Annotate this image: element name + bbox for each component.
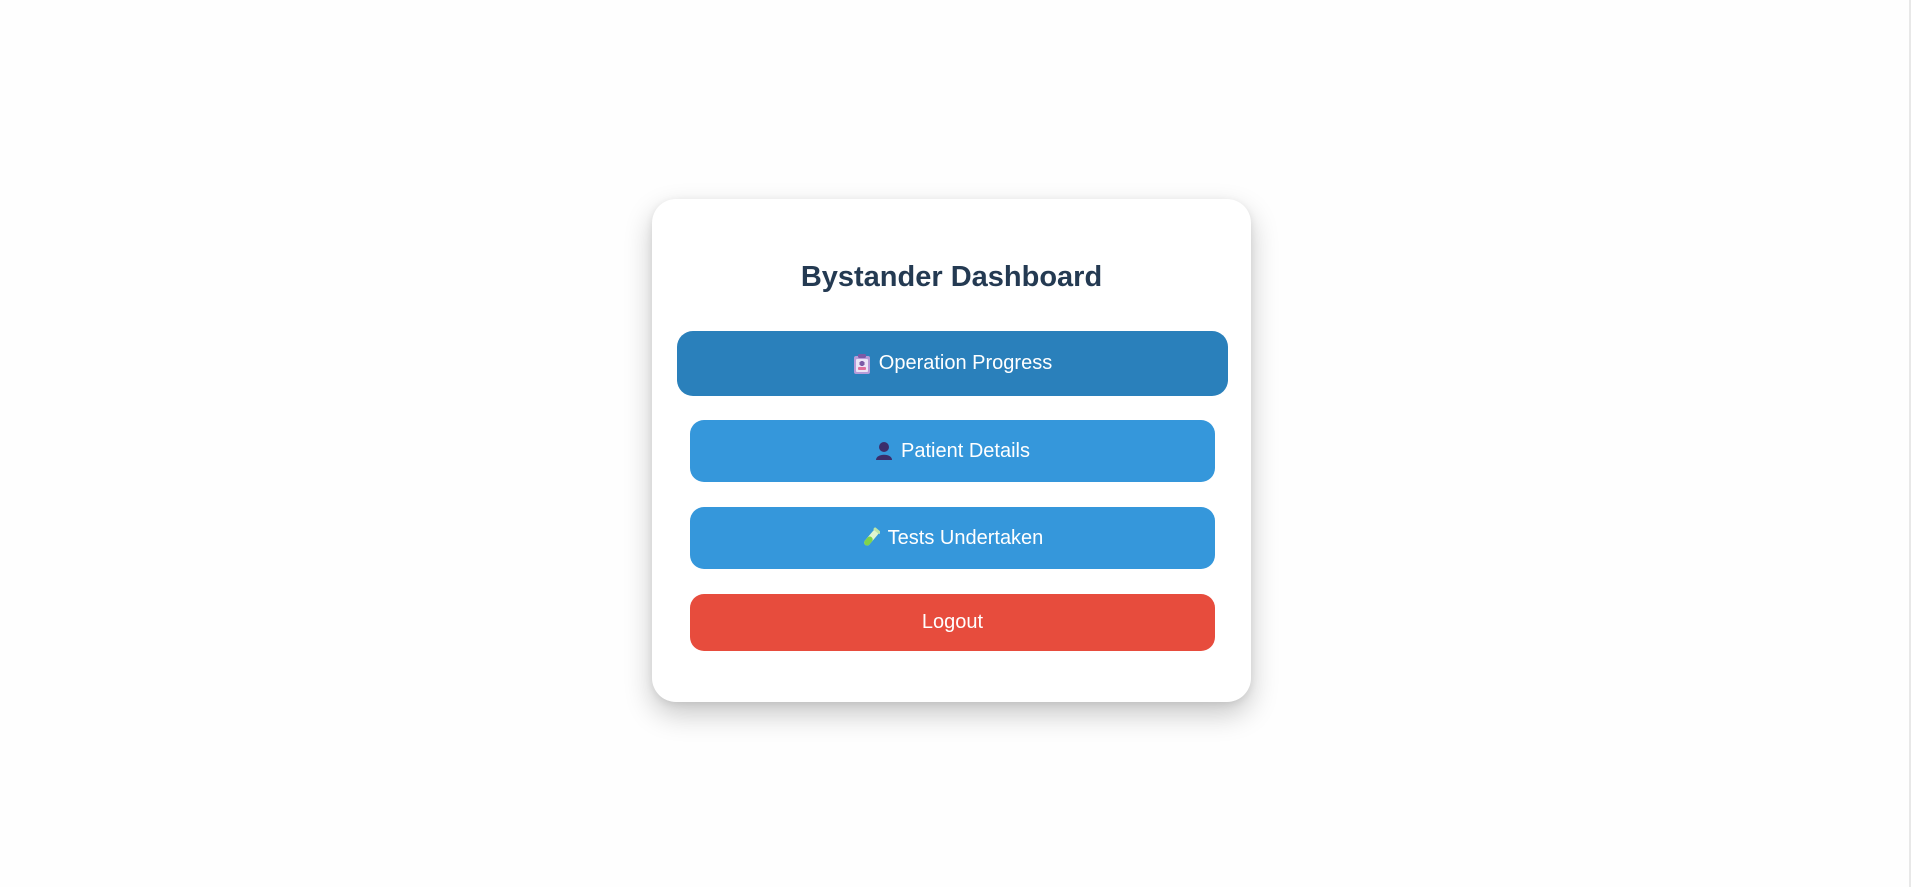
- logout-button[interactable]: Logout: [690, 594, 1215, 651]
- clipboard-icon: [853, 353, 871, 375]
- page-title: Bystander Dashboard: [800, 261, 1103, 293]
- patient-details-button[interactable]: Patient Details: [690, 420, 1215, 482]
- page: Bystander Dashboard Operation Progress P…: [0, 0, 1911, 887]
- dashboard-card: Bystander Dashboard Operation Progress P…: [652, 199, 1251, 702]
- user-icon: [875, 440, 893, 462]
- tests-undertaken-button[interactable]: Tests Undertaken: [690, 507, 1215, 569]
- test-tube-icon: [862, 527, 880, 549]
- patient-details-label: Patient Details: [901, 439, 1030, 462]
- operation-progress-label: Operation Progress: [878, 352, 1053, 374]
- tests-undertaken-label: Tests Undertaken: [887, 526, 1044, 549]
- operation-progress-button[interactable]: Operation Progress: [677, 331, 1228, 396]
- logout-label: Logout: [921, 611, 984, 633]
